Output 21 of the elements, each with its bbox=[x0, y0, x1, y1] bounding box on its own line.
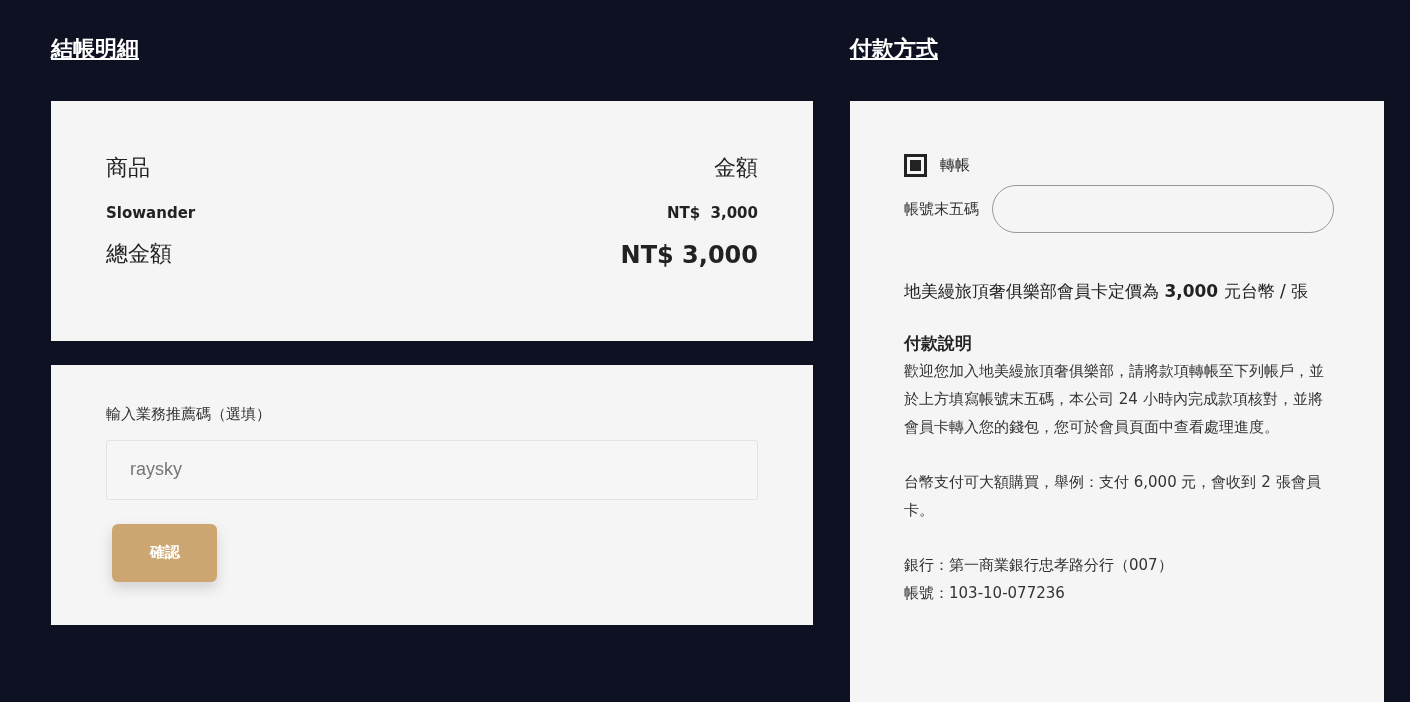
price-note: 地美縵旅頂奢俱樂部會員卡定價為 3,000 元台幣 / 張 bbox=[904, 280, 1310, 303]
item-price: NT$ 3,000 bbox=[666, 203, 758, 224]
checkbox[interactable] bbox=[904, 154, 927, 177]
total-label: 總金額 bbox=[106, 239, 172, 268]
field-label: 輸入業務推薦碼（選填） bbox=[106, 404, 272, 425]
section-title: 付款方式 bbox=[850, 35, 938, 63]
bank-info-line: 帳號：103-10-077236 bbox=[904, 582, 1066, 604]
field-label: 帳號末五碼 bbox=[904, 198, 979, 220]
column-header: 商品 bbox=[106, 154, 150, 182]
instructions-title: 付款說明 bbox=[904, 332, 973, 355]
column-header: 金額 bbox=[714, 154, 758, 182]
method-label: 轉帳 bbox=[940, 155, 970, 177]
section-title: 結帳明細 bbox=[51, 35, 139, 63]
confirm-button[interactable]: 確認 bbox=[112, 523, 217, 582]
item-name: Slowander bbox=[106, 203, 196, 224]
referral-code-field[interactable]: raysky bbox=[106, 439, 758, 500]
instruction-paragraph: 台幣支付可大額購買，舉例：支付 6,000 元，會收到 2 張會員卡。 bbox=[904, 471, 1322, 521]
instruction-paragraph: 歡迎您加入地美縵旅頂奢俱樂部，請將款項轉帳至下列帳戶，並於上方填寫帳號末五碼，本公司 24 小時內完成款項核對，並將會員卡轉入您的錢包，您可於會員頁面中查看處理進度。 bbox=[904, 360, 1325, 438]
total-value: NT$ 3,000 bbox=[620, 239, 758, 271]
account-digits-field[interactable] bbox=[992, 185, 1334, 233]
bank-info-line: 銀行：第一商業銀行忠孝路分行（007） bbox=[904, 554, 1174, 576]
